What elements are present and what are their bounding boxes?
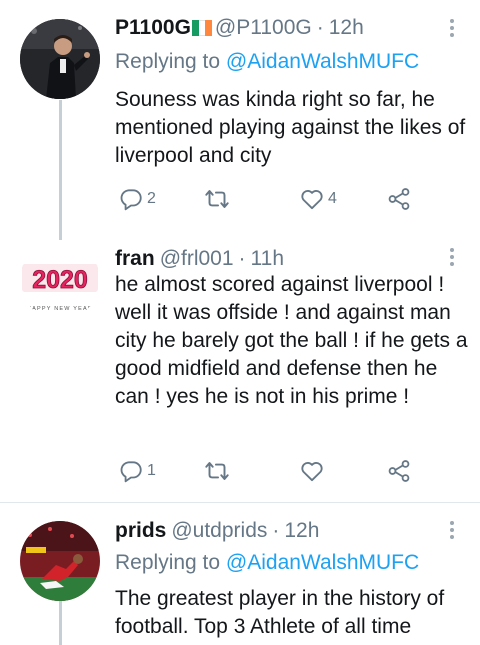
reply-button[interactable]: 2: [118, 184, 156, 214]
menu-dot: [450, 33, 454, 37]
avatar-prids[interactable]: [20, 521, 100, 601]
separator-dot: ·: [238, 247, 246, 270]
replying-to: Replying to @AidanWalshMUFC: [115, 549, 470, 577]
timestamp[interactable]: 12h: [329, 14, 364, 42]
username[interactable]: @utdprids: [171, 517, 267, 545]
timestamp[interactable]: 12h: [284, 517, 319, 545]
heart-icon: [301, 190, 323, 210]
menu-dot: [450, 535, 454, 539]
ireland-flag-icon: [191, 20, 212, 36]
tweet-fran[interactable]: 2020 HAPPY NEW YEAR fran @frl001 · 11h h…: [0, 240, 480, 502]
more-options-icon[interactable]: [448, 521, 456, 539]
replying-to: Replying to @AidanWalshMUFC: [115, 48, 470, 76]
tweet-text: The greatest player in the history of fo…: [115, 587, 445, 638]
flag-stripe: [191, 20, 199, 36]
heart-icon: [301, 462, 323, 482]
tweet-p1100g[interactable]: P1100G @P1100G · 12h Replying to @AidanW…: [0, 0, 480, 245]
share-button[interactable]: [386, 184, 412, 214]
menu-dot: [450, 262, 454, 266]
reply-button[interactable]: 1: [118, 456, 156, 486]
tweet-feed: P1100G @P1100G · 12h Replying to @AidanW…: [0, 0, 480, 645]
tweet-text: Souness was kinda right so far, he menti…: [115, 88, 466, 167]
menu-dot: [450, 521, 454, 525]
more-options-icon[interactable]: [448, 19, 456, 37]
avatar-fran[interactable]: 2020 HAPPY NEW YEAR: [20, 240, 100, 320]
display-name[interactable]: prids: [115, 517, 166, 545]
avatar-photo: [20, 521, 100, 601]
username[interactable]: @P1100G: [215, 14, 312, 42]
retweet-button[interactable]: [202, 184, 235, 214]
reply-count: 1: [147, 462, 156, 479]
tweet-text: he almost scored against liverpool ! wel…: [115, 273, 468, 408]
flag-stripe: [205, 20, 212, 36]
more-options-icon[interactable]: [448, 248, 456, 266]
display-name[interactable]: P1100G: [115, 14, 191, 42]
retweet-button[interactable]: [202, 456, 235, 486]
avatar-subtitle: HAPPY NEW YEAR: [27, 306, 93, 312]
replying-to-label: Replying to: [115, 50, 226, 73]
menu-dot: [450, 528, 454, 532]
thread-line: [59, 601, 62, 645]
retweet-icon: [205, 190, 229, 208]
avatar-photo: [20, 19, 100, 99]
share-icon: [388, 460, 410, 482]
menu-dot: [450, 26, 454, 30]
separator-dot: ·: [316, 16, 324, 39]
timestamp[interactable]: 11h: [251, 245, 284, 273]
avatar-2020-graphic: 2020 HAPPY NEW YEAR: [20, 240, 100, 320]
display-name[interactable]: fran: [115, 245, 155, 273]
avatar-p1100g[interactable]: [20, 19, 100, 99]
replying-to-label: Replying to: [115, 551, 226, 574]
menu-dot: [450, 255, 454, 259]
avatar-title: 2020: [32, 266, 88, 294]
retweet-icon: [205, 462, 229, 481]
menu-dot: [450, 248, 454, 252]
like-button[interactable]: 4: [299, 184, 337, 214]
reply-count: 2: [147, 190, 156, 207]
menu-dot: [450, 19, 454, 23]
thread-line: [59, 100, 62, 245]
share-icon: [388, 188, 410, 210]
tweet-actions: 1: [115, 456, 425, 486]
tweet-prids[interactable]: prids @utdprids · 12h Replying to @Aidan…: [0, 503, 480, 645]
reply-icon: [120, 461, 142, 483]
reply-icon: [120, 189, 142, 211]
separator-dot: ·: [272, 519, 280, 542]
like-count: 4: [328, 190, 337, 207]
mention-link[interactable]: @AidanWalshMUFC: [226, 551, 419, 574]
tweet-actions: 2 4: [115, 184, 425, 214]
mention-link[interactable]: @AidanWalshMUFC: [226, 50, 419, 73]
username[interactable]: @frl001: [160, 245, 234, 273]
like-button[interactable]: [299, 456, 328, 486]
flag-stripe: [198, 20, 206, 36]
share-button[interactable]: [386, 456, 412, 486]
